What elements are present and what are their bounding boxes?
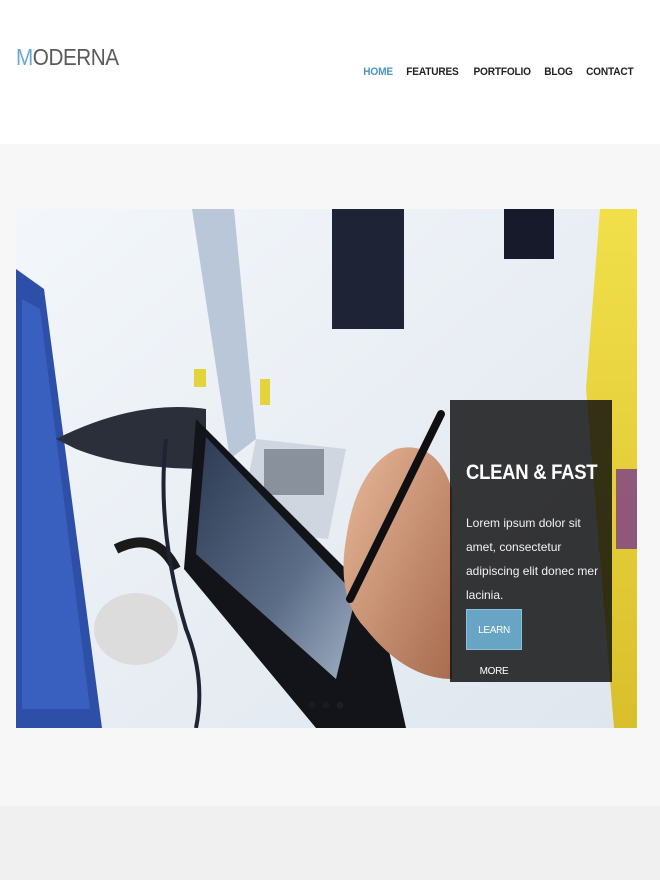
nav-home[interactable]: HOME xyxy=(363,66,393,78)
nav-portfolio[interactable]: PORTFOLIO xyxy=(474,66,532,78)
logo-initial: M xyxy=(16,44,33,70)
learn-more-button[interactable]: LEARN MORE xyxy=(466,609,522,677)
main-nav: HOME FEATURES PORTFOLIO BLOG CONTACT xyxy=(362,66,636,78)
site-header: MODERNA HOME FEATURES PORTFOLIO BLOG CON… xyxy=(0,0,660,144)
site-logo[interactable]: MODERNA xyxy=(16,44,119,71)
hero-section: CLEAN & FAST Lorem ipsum dolor sit amet,… xyxy=(0,144,660,806)
caption-text: Lorem ipsum dolor sit amet, consectetur … xyxy=(466,516,599,602)
logo-text: ODERNA xyxy=(32,44,119,70)
nav-features[interactable]: FEATURES xyxy=(406,66,459,78)
next-section xyxy=(0,806,660,880)
nav-blog[interactable]: BLOG xyxy=(545,66,574,78)
caption-title: CLEAN & FAST xyxy=(466,461,598,484)
nav-contact[interactable]: CONTACT xyxy=(587,66,635,78)
slide-caption: CLEAN & FAST Lorem ipsum dolor sit amet,… xyxy=(450,400,612,682)
